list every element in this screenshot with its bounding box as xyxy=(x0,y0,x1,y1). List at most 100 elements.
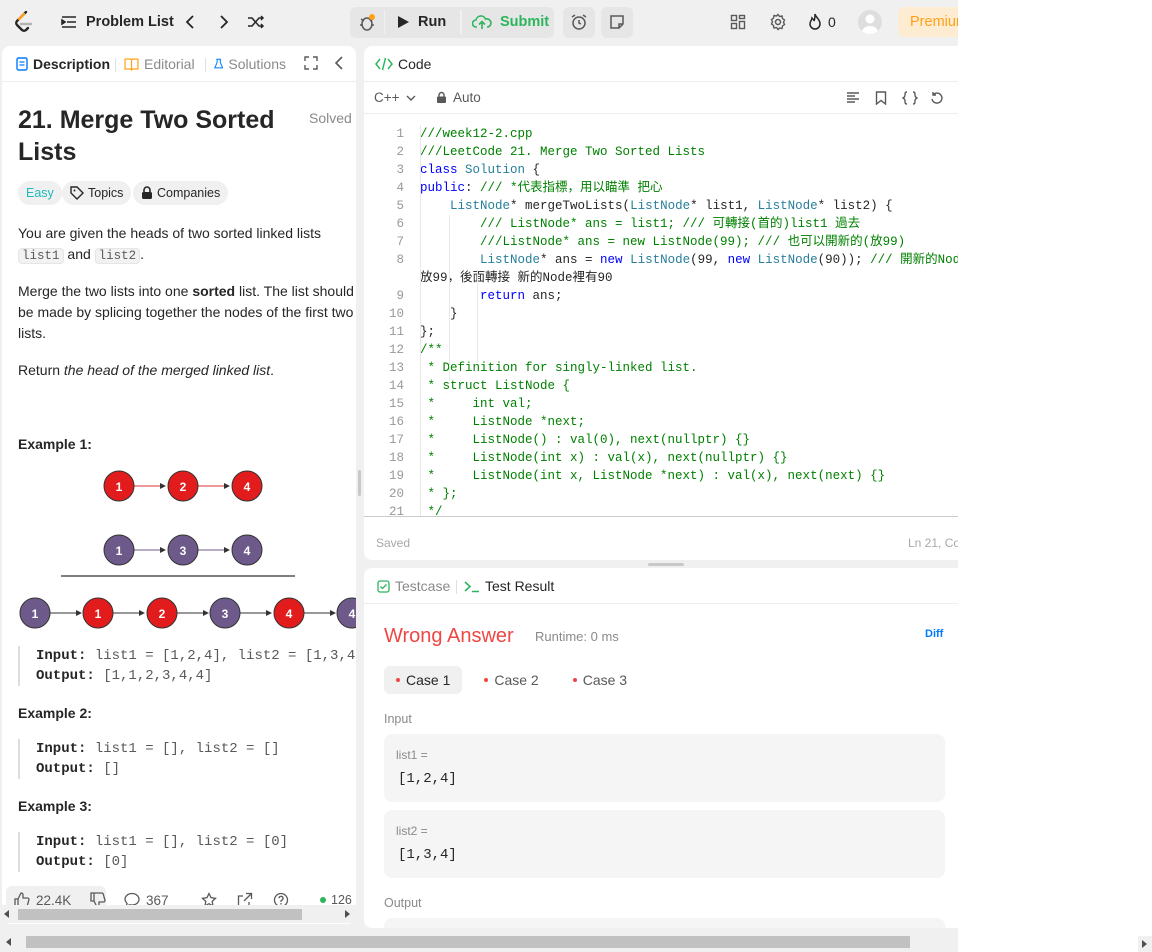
layout-grid-icon[interactable] xyxy=(728,12,748,32)
scroll-left-arrow-icon[interactable] xyxy=(6,938,11,946)
problem-list-link[interactable]: Problem List xyxy=(86,12,174,32)
node-label: 1 xyxy=(32,607,39,621)
code-line[interactable]: ListNode* mergeTwoLists(ListNode* list1,… xyxy=(420,197,893,215)
inline-code: list2 xyxy=(94,248,141,264)
panel-resize-handle[interactable] xyxy=(358,470,361,496)
code-line[interactable]: }; xyxy=(420,323,435,341)
code-line[interactable]: /** xyxy=(420,341,443,359)
text: . xyxy=(270,362,275,378)
tab-testcase[interactable]: Testcase xyxy=(377,578,450,594)
node-label: 2 xyxy=(180,480,187,494)
code-editor[interactable]: 1 2 3 4 5 6 7 8 9 10 11 12 13 14 15 16 17 18 19 20 21 ///wee… xyxy=(364,121,958,519)
line-number: 6 xyxy=(396,217,404,231)
divider xyxy=(460,10,462,34)
divider xyxy=(384,10,385,34)
reset-icon[interactable] xyxy=(930,91,944,110)
case-2-tab[interactable]: Case 2 xyxy=(472,666,550,694)
tab-description-label: Description xyxy=(33,56,111,72)
code-line[interactable]: ///ListNode* ans = new ListNode(99); ///… xyxy=(420,233,905,251)
tab-editorial[interactable]: Editorial xyxy=(124,56,195,72)
book-icon xyxy=(124,57,139,71)
tab-solutions[interactable]: Solutions xyxy=(214,56,286,72)
input-label: Input: xyxy=(36,834,87,850)
line-number: 2 xyxy=(396,145,404,159)
braces-icon[interactable] xyxy=(901,91,919,110)
problem-title: 21. Merge Two Sorted Lists xyxy=(18,106,275,166)
expand-icon[interactable] xyxy=(304,56,322,74)
topics-chip[interactable]: Topics xyxy=(62,181,132,205)
language-select[interactable]: C++ xyxy=(374,90,416,105)
text: and xyxy=(67,246,95,262)
divider xyxy=(115,58,116,72)
document-icon xyxy=(16,57,28,71)
scroll-left-arrow-icon[interactable] xyxy=(4,910,9,918)
scroll-right-arrow-icon[interactable] xyxy=(345,910,350,918)
code-line[interactable]: * ListNode(int x) : val(x), next(nullptr… xyxy=(420,449,788,467)
submit-button[interactable]: Submit xyxy=(472,12,549,32)
run-button[interactable]: Run xyxy=(396,12,446,32)
left-horizontal-scrollbar[interactable] xyxy=(0,905,356,923)
code-line[interactable]: * ListNode() : val(0), next(nullptr) {} xyxy=(420,431,751,449)
example-2-box: Input: list1 = [], list2 = [] Output: [] xyxy=(18,739,356,779)
italic-text: the head of the merged linked list xyxy=(63,362,271,378)
collapse-panel-icon[interactable] xyxy=(334,56,348,74)
line-number: 13 xyxy=(388,361,404,375)
case-3-tab[interactable]: Case 3 xyxy=(561,666,639,694)
diff-button[interactable]: Diff xyxy=(925,628,943,640)
code-line[interactable]: public: /// *代表指標，用以瞄準 把心 xyxy=(420,179,663,197)
page-horizontal-scrollbar[interactable] xyxy=(0,932,958,952)
line-number: 4 xyxy=(396,181,404,195)
code-line[interactable]: class Solution { xyxy=(420,161,540,179)
tab-test-result[interactable]: Test Result xyxy=(464,578,554,594)
code-line[interactable]: /// ListNode* ans = list1; /// 可轉接(首的)li… xyxy=(420,215,860,233)
code-line[interactable]: * struct ListNode { xyxy=(420,377,571,395)
code-line[interactable]: * ListNode *next; xyxy=(420,413,586,431)
code-line[interactable]: * int val; xyxy=(420,395,533,413)
code-line[interactable]: * Definition for singly-linked list. xyxy=(420,359,698,377)
debug-icon[interactable] xyxy=(356,12,378,32)
code-line[interactable]: return ans; xyxy=(420,287,563,305)
example-input: list1 = [], list2 = [] xyxy=(86,741,280,757)
list2-value: [1,3,4] xyxy=(398,847,457,863)
premium-button[interactable]: Premium xyxy=(898,7,958,37)
format-icon[interactable] xyxy=(846,91,860,110)
tab-description[interactable]: Description xyxy=(16,56,110,72)
chevron-down-icon xyxy=(406,95,416,101)
code-line[interactable]: * }; xyxy=(420,485,458,503)
prev-problem-icon[interactable] xyxy=(180,12,200,32)
shuffle-icon[interactable] xyxy=(246,12,266,32)
code-line[interactable]: * ListNode(int x, ListNode *next) : val(… xyxy=(420,467,886,485)
text: Return xyxy=(18,362,64,378)
line-number: 9 xyxy=(396,289,404,303)
run-label: Run xyxy=(418,14,447,30)
code-line[interactable]: } xyxy=(420,305,458,323)
code-line[interactable]: */ xyxy=(420,503,443,521)
bookmark-icon[interactable] xyxy=(875,91,887,110)
companies-chip[interactable]: Companies xyxy=(133,181,229,205)
next-problem-icon[interactable] xyxy=(214,12,234,32)
scrollbar-thumb[interactable] xyxy=(18,909,302,920)
code-line[interactable]: ///week12-2.cpp xyxy=(420,125,533,143)
auto-mode[interactable]: Auto xyxy=(436,90,481,105)
line-number: 12 xyxy=(388,343,404,357)
leetcode-logo-icon[interactable] xyxy=(12,10,36,34)
scrollbar-thumb[interactable] xyxy=(26,936,910,948)
case-1-tab[interactable]: Case 1 xyxy=(384,666,463,694)
code-line[interactable]: ///LeetCode 21. Merge Two Sorted Lists xyxy=(420,143,705,161)
description-paragraph-3: Return the head of the merged linked lis… xyxy=(18,360,356,381)
streak-counter[interactable]: 0 xyxy=(808,12,836,32)
output-section-label: Output xyxy=(384,896,422,910)
vertical-resize-handle[interactable] xyxy=(648,563,684,566)
avatar[interactable] xyxy=(858,10,882,34)
scroll-right-arrow-icon[interactable] xyxy=(1142,940,1147,948)
tab-editorial-label: Editorial xyxy=(144,56,195,72)
output-label: Output: xyxy=(36,761,95,777)
gear-icon[interactable] xyxy=(768,12,788,32)
line-number: 18 xyxy=(388,451,404,465)
fire-icon xyxy=(809,13,821,30)
example-output: [] xyxy=(94,761,121,777)
tab-code[interactable]: Code xyxy=(375,56,431,72)
output-label: Output: xyxy=(36,854,95,870)
code-line[interactable]: ListNode* ans = new ListNode(99, new Lis… xyxy=(420,251,958,269)
node-label: 1 xyxy=(95,607,102,621)
